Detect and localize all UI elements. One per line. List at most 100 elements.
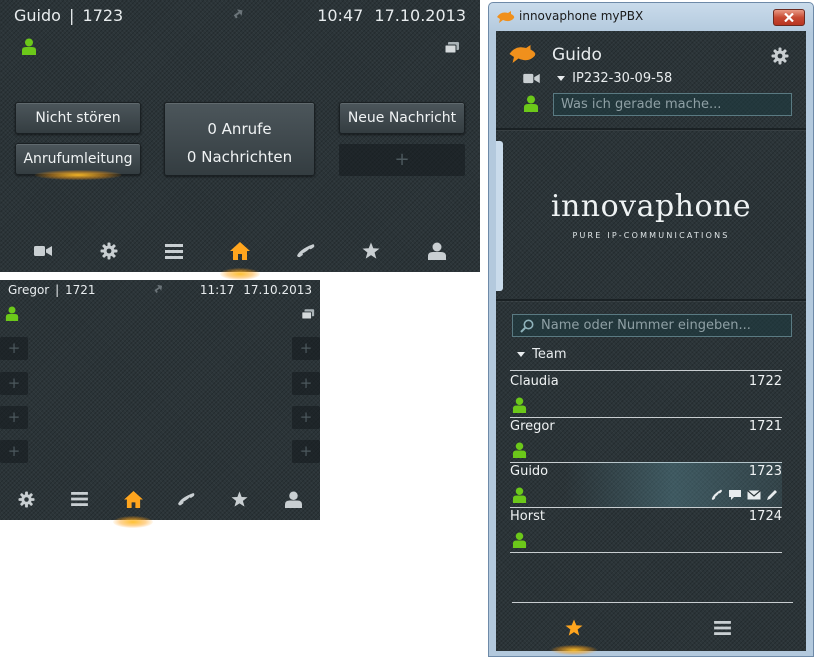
empty-slot-right-2[interactable]: + xyxy=(292,372,320,395)
contact-name: Horst xyxy=(510,509,545,524)
empty-slot-right-4[interactable]: + xyxy=(292,440,320,463)
status-user: Gregor | 1721 xyxy=(8,283,96,297)
nav-settings[interactable] xyxy=(89,236,129,266)
add-label: + xyxy=(7,374,21,392)
search-input[interactable]: Name oder Nummer eingeben... xyxy=(512,314,792,337)
window-title: innovaphone myPBX xyxy=(519,9,644,23)
windows-icon[interactable] xyxy=(301,309,315,320)
time: 11:17 xyxy=(199,283,235,297)
time: 10:47 xyxy=(317,6,364,25)
phone-icon xyxy=(296,244,314,258)
status-datetime: 11:17 17.10.2013 xyxy=(200,283,312,297)
messages-count: 0 Nachrichten xyxy=(186,148,293,166)
contact-row[interactable]: Guido 1723 xyxy=(510,462,782,508)
date: 17.10.2013 xyxy=(374,6,466,25)
add-label: + xyxy=(299,442,313,460)
contact-row[interactable]: Horst 1724 xyxy=(510,507,782,553)
tab-menu[interactable] xyxy=(702,621,742,645)
menu-icon xyxy=(165,243,184,259)
edit-action[interactable] xyxy=(766,489,778,501)
nav-home[interactable] xyxy=(113,484,154,528)
nav-settings[interactable] xyxy=(7,484,47,514)
nav-favorites[interactable] xyxy=(351,236,391,266)
empty-slot-left-4[interactable]: + xyxy=(0,440,28,463)
app-logo-icon xyxy=(509,45,537,63)
call-forward-button[interactable]: Anrufumleitung xyxy=(15,143,141,180)
group-header[interactable]: Team xyxy=(517,347,567,362)
empty-slot-left-3[interactable]: + xyxy=(0,406,28,429)
call-forward-label: Anrufumleitung xyxy=(23,151,133,167)
close-button[interactable] xyxy=(773,9,805,26)
empty-slot-button[interactable]: + xyxy=(339,144,465,176)
empty-slot-left-1[interactable]: + xyxy=(0,337,28,360)
logo-tagline: PURE IP-COMMUNICATIONS xyxy=(572,231,730,240)
presence-icon[interactable] xyxy=(523,95,539,112)
calls-count: 0 Anrufe xyxy=(207,120,272,138)
bottom-divider xyxy=(512,602,793,603)
gear-icon xyxy=(100,242,118,260)
nav-contacts[interactable] xyxy=(273,484,313,514)
phone-screen-guido: Guido | 1723 10:47 17.10.2013 Nicht stör… xyxy=(0,0,480,280)
dnd-label: Nicht stören xyxy=(35,110,121,126)
contact-row[interactable]: Gregor 1721 xyxy=(510,417,782,463)
mail-action[interactable] xyxy=(747,490,761,500)
person-icon xyxy=(284,490,302,508)
add-label: + xyxy=(299,374,313,392)
extension: 1721 xyxy=(64,283,96,297)
video-icon xyxy=(523,73,540,84)
device-selector[interactable]: IP232-30-09-58 xyxy=(557,71,672,86)
calls-messages-button[interactable]: 0 Anrufe 0 Nachrichten xyxy=(164,102,315,176)
app-logo-icon xyxy=(497,11,515,23)
status-placeholder: Was ich gerade mache... xyxy=(561,97,722,112)
extension: 1723 xyxy=(82,6,124,25)
star-icon xyxy=(565,619,583,636)
user-name: Gregor xyxy=(8,283,50,297)
phone-icon xyxy=(711,489,722,500)
logo-wordmark: innovaphone xyxy=(550,189,752,224)
nav-menu[interactable] xyxy=(154,236,194,266)
mypbx-window: innovaphone myPBX Guido IP232-30-09-58 W… xyxy=(488,2,814,657)
status-datetime: 10:47 17.10.2013 xyxy=(317,6,466,25)
group-divider xyxy=(510,370,782,371)
chat-action[interactable] xyxy=(728,489,742,501)
home-icon xyxy=(229,242,250,260)
settings-button[interactable] xyxy=(771,47,789,65)
presence-icon[interactable] xyxy=(5,306,19,321)
person-icon xyxy=(428,242,447,260)
sync-icon xyxy=(152,282,166,296)
nav-contacts[interactable] xyxy=(417,236,457,266)
chevron-down-icon xyxy=(557,76,565,81)
chat-icon xyxy=(729,490,741,500)
active-glow xyxy=(113,516,154,528)
header-divider xyxy=(496,128,806,130)
dnd-button[interactable]: Nicht stören xyxy=(15,102,141,134)
call-action[interactable] xyxy=(711,489,723,501)
group-label: Team xyxy=(532,347,567,362)
contact-row[interactable]: Claudia 1722 xyxy=(510,372,782,418)
separator: | xyxy=(69,6,75,25)
nav-phone[interactable] xyxy=(286,236,326,266)
windows-icon[interactable] xyxy=(444,42,460,54)
nav-phone[interactable] xyxy=(167,484,207,514)
empty-slot-right-3[interactable]: + xyxy=(292,406,320,429)
active-glow xyxy=(551,645,597,655)
user-name: Guido xyxy=(14,6,61,25)
video-button[interactable] xyxy=(523,73,540,84)
contact-number: 1723 xyxy=(748,464,782,479)
status-input[interactable]: Was ich gerade mache... xyxy=(553,93,792,116)
presence-icon[interactable] xyxy=(21,38,37,55)
tab-favorites[interactable] xyxy=(551,619,597,655)
mypbx-client: Guido IP232-30-09-58 Was ich gerade mach… xyxy=(496,31,806,655)
empty-slot-left-2[interactable]: + xyxy=(0,372,28,395)
title-bar[interactable]: innovaphone myPBX xyxy=(489,3,813,31)
gear-icon xyxy=(771,47,789,65)
nav-menu[interactable] xyxy=(60,484,100,514)
contact-name: Gregor xyxy=(510,419,555,434)
separator: | xyxy=(55,283,60,297)
new-message-button[interactable]: Neue Nachricht xyxy=(339,102,465,134)
empty-slot-right-1[interactable]: + xyxy=(292,337,320,360)
nav-home[interactable] xyxy=(219,236,260,280)
nav-video[interactable] xyxy=(23,236,63,266)
date: 17.10.2013 xyxy=(243,283,312,297)
nav-favorites[interactable] xyxy=(220,484,260,514)
